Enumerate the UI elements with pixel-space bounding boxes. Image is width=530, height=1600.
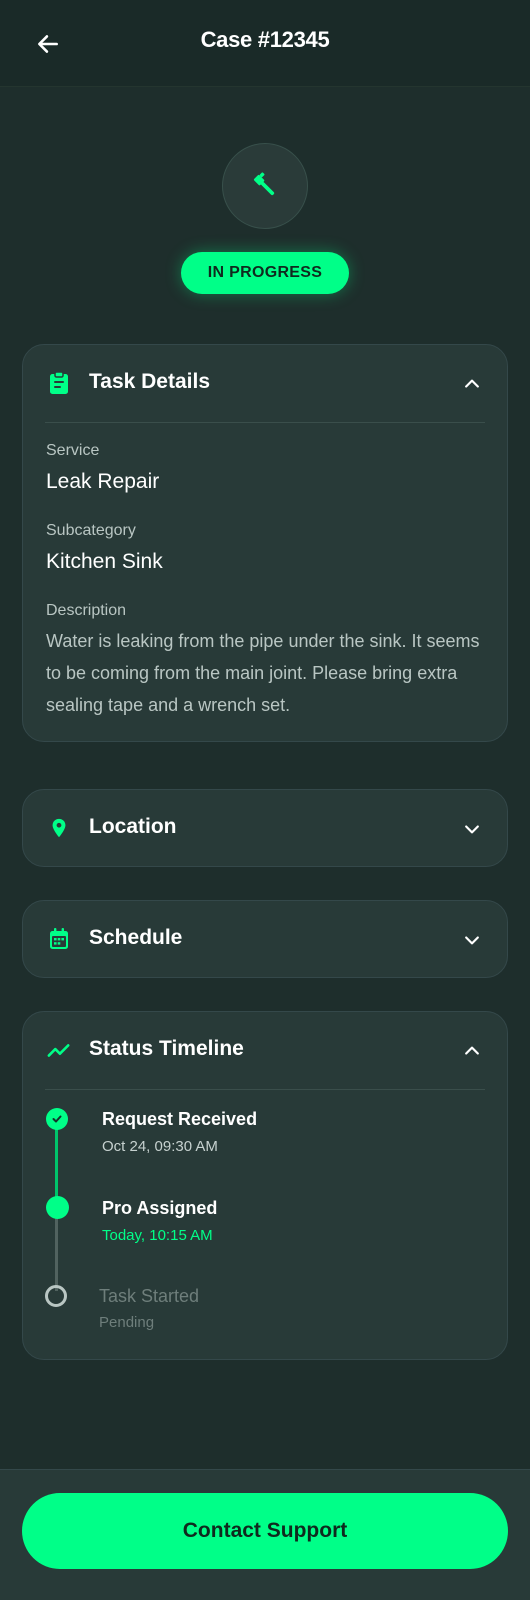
step-current-dot bbox=[46, 1196, 69, 1219]
timeline-connector bbox=[55, 1218, 58, 1291]
case-detail-screen: Case #12345 IN PROGRESS Task Details Ser… bbox=[0, 0, 530, 1600]
contact-support-button[interactable]: Contact Support bbox=[22, 1493, 508, 1569]
chevron-down-icon[interactable] bbox=[461, 818, 483, 840]
service-value: Leak Repair bbox=[46, 470, 160, 493]
task-details-header[interactable]: Task Details bbox=[23, 345, 507, 422]
subcategory-value: Kitchen Sink bbox=[46, 550, 163, 573]
service-avatar bbox=[222, 143, 308, 229]
check-icon bbox=[52, 1115, 62, 1123]
location-card: Location bbox=[22, 789, 508, 867]
description-value: Water is leaking from the pipe under the… bbox=[46, 631, 480, 715]
calendar-icon bbox=[47, 927, 71, 951]
chevron-up-icon[interactable] bbox=[461, 1040, 483, 1062]
status-timeline-header[interactable]: Status Timeline bbox=[23, 1012, 507, 1089]
step-pending-dot bbox=[45, 1285, 67, 1307]
location-header[interactable]: Location bbox=[23, 790, 507, 867]
chevron-down-icon[interactable] bbox=[461, 929, 483, 951]
schedule-header[interactable]: Schedule bbox=[23, 901, 507, 978]
description-label: Description bbox=[46, 602, 127, 619]
trending-up-icon bbox=[47, 1038, 71, 1062]
timeline-step-title: Pro Assigned bbox=[102, 1198, 218, 1218]
task-details-title: Task Details bbox=[89, 370, 211, 393]
location-title: Location bbox=[89, 815, 177, 838]
status-timeline-card: Status Timeline Request Received Oct 24,… bbox=[22, 1011, 508, 1360]
status-badge: IN PROGRESS bbox=[181, 252, 349, 294]
timeline-step-time: Oct 24, 09:30 AM bbox=[102, 1138, 218, 1155]
timeline-step-time: Pending bbox=[99, 1314, 155, 1331]
bottom-action-bar: Contact Support bbox=[0, 1469, 530, 1600]
clipboard-icon bbox=[47, 371, 71, 395]
schedule-card: Schedule bbox=[22, 900, 508, 978]
subcategory-label: Subcategory bbox=[46, 522, 136, 539]
map-pin-icon bbox=[47, 816, 71, 840]
card-divider bbox=[45, 1089, 485, 1090]
app-header: Case #12345 bbox=[0, 0, 530, 87]
page-title: Case #12345 bbox=[200, 27, 330, 52]
schedule-title: Schedule bbox=[89, 926, 183, 949]
step-done-dot bbox=[46, 1108, 68, 1130]
chevron-up-icon[interactable] bbox=[461, 373, 483, 395]
wrench-icon bbox=[253, 172, 275, 196]
timeline-step-title: Request Received bbox=[102, 1109, 258, 1129]
timeline-step-time: Today, 10:15 AM bbox=[102, 1227, 213, 1244]
status-timeline-title: Status Timeline bbox=[89, 1037, 244, 1060]
card-divider bbox=[45, 422, 485, 423]
timeline-step-title: Task Started bbox=[99, 1286, 200, 1306]
service-label: Service bbox=[46, 442, 100, 459]
task-details-card: Task Details Service Leak Repair Subcate… bbox=[22, 344, 508, 742]
